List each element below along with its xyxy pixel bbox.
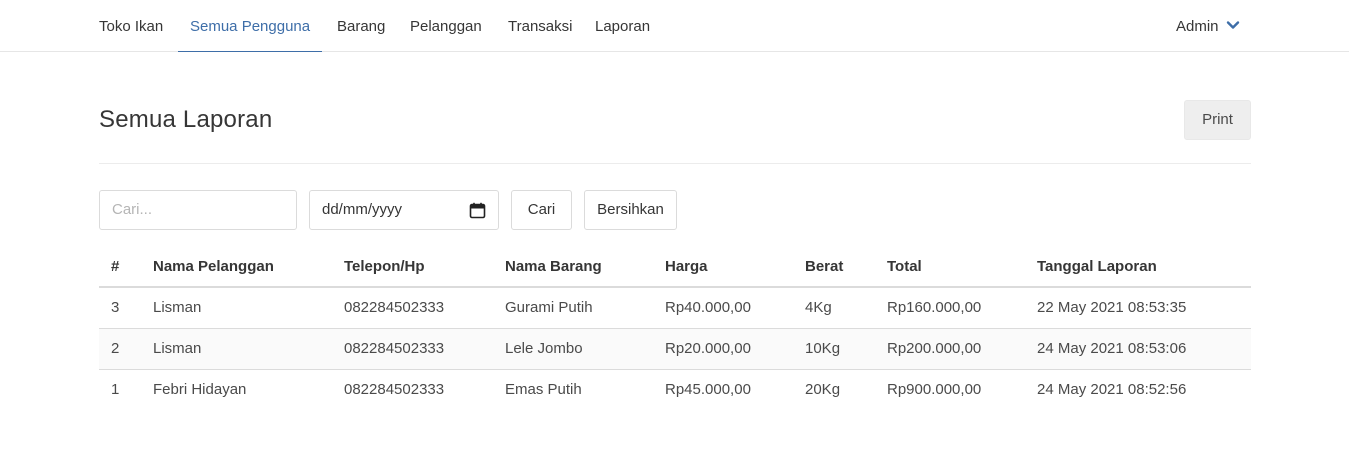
user-menu[interactable]: Admin [1176,0,1240,52]
cell-price: Rp40.000,00 [653,287,793,329]
print-button[interactable]: Print [1184,100,1251,140]
cell-report-date: 24 May 2021 08:52:56 [1037,381,1187,399]
user-name: Admin [1176,18,1219,35]
nav-item-transaksi[interactable]: Transaksi [508,0,572,52]
cell-weight: 20Kg [805,381,841,399]
column-header-phone: Telepon/Hp [332,246,493,288]
cell-customer-name: Lisman [141,287,332,329]
cell-price: Rp45.000,00 [665,381,751,399]
column-header-item-name: Nama Barang [493,246,653,288]
page-title: Semua Laporan [99,106,273,133]
date-placeholder: dd/mm/yyyy [322,201,403,218]
cell-weight: 10Kg [793,328,875,370]
cell-price: Rp20.000,00 [653,328,793,370]
cell-customer-name: Lisman [141,328,332,370]
column-header-price: Harga [653,246,793,288]
header-divider [99,163,1251,164]
column-header-customer-name: Nama Pelanggan [141,246,332,288]
chevron-down-icon [1226,21,1239,29]
nav-item-barang[interactable]: Barang [337,0,385,52]
cell-phone: 082284502333 [332,287,493,329]
clear-button[interactable]: Bersihkan [584,190,677,230]
cell-customer-name: Febri Hidayan [153,381,247,399]
cell-item-name: Lele Jombo [493,328,653,370]
nav-brand[interactable]: Toko Ikan [99,0,163,52]
table-row: 2 Lisman 082284502333 Lele Jombo Rp20.00… [99,328,1251,370]
column-header-total: Total [875,246,1025,288]
cell-phone: 082284502333 [332,328,493,370]
cell-number: 2 [99,328,141,370]
cell-weight: 4Kg [793,287,875,329]
cell-phone: 082284502333 [344,381,445,399]
column-header-number: # [99,246,141,288]
cell-number: 3 [99,287,141,329]
search-button[interactable]: Cari [511,190,572,230]
cell-report-date: 22 May 2021 08:53:35 [1025,287,1251,329]
cell-item-name: Emas Putih [505,381,582,399]
top-navbar: Toko Ikan Semua Pengguna Barang Pelangga… [0,0,1349,52]
cell-total: Rp200.000,00 [875,328,1025,370]
table-row: 1 Febri Hidayan 082284502333 Emas Putih … [99,369,1251,410]
column-header-weight: Berat [793,246,875,288]
cell-total: Rp900.000,00 [887,381,982,399]
calendar-icon[interactable] [469,202,486,219]
cell-total: Rp160.000,00 [875,287,1025,329]
column-header-report-date: Tanggal Laporan [1025,246,1251,288]
cell-report-date: 24 May 2021 08:53:06 [1025,328,1251,370]
table-row: 3 Lisman 082284502333 Gurami Putih Rp40.… [99,287,1251,329]
nav-item-laporan[interactable]: Laporan [595,0,650,52]
date-input[interactable]: dd/mm/yyyy [309,190,499,230]
search-input[interactable]: Cari... [99,190,297,230]
table-header-row: # Nama Pelanggan Telepon/Hp Nama Barang … [99,246,1251,288]
nav-item-semua-pengguna[interactable]: Semua Pengguna [178,0,323,52]
cell-number: 1 [111,381,120,399]
nav-item-pelanggan[interactable]: Pelanggan [410,0,482,52]
report-table: # Nama Pelanggan Telepon/Hp Nama Barang … [99,246,1251,410]
cell-item-name: Gurami Putih [493,287,653,329]
